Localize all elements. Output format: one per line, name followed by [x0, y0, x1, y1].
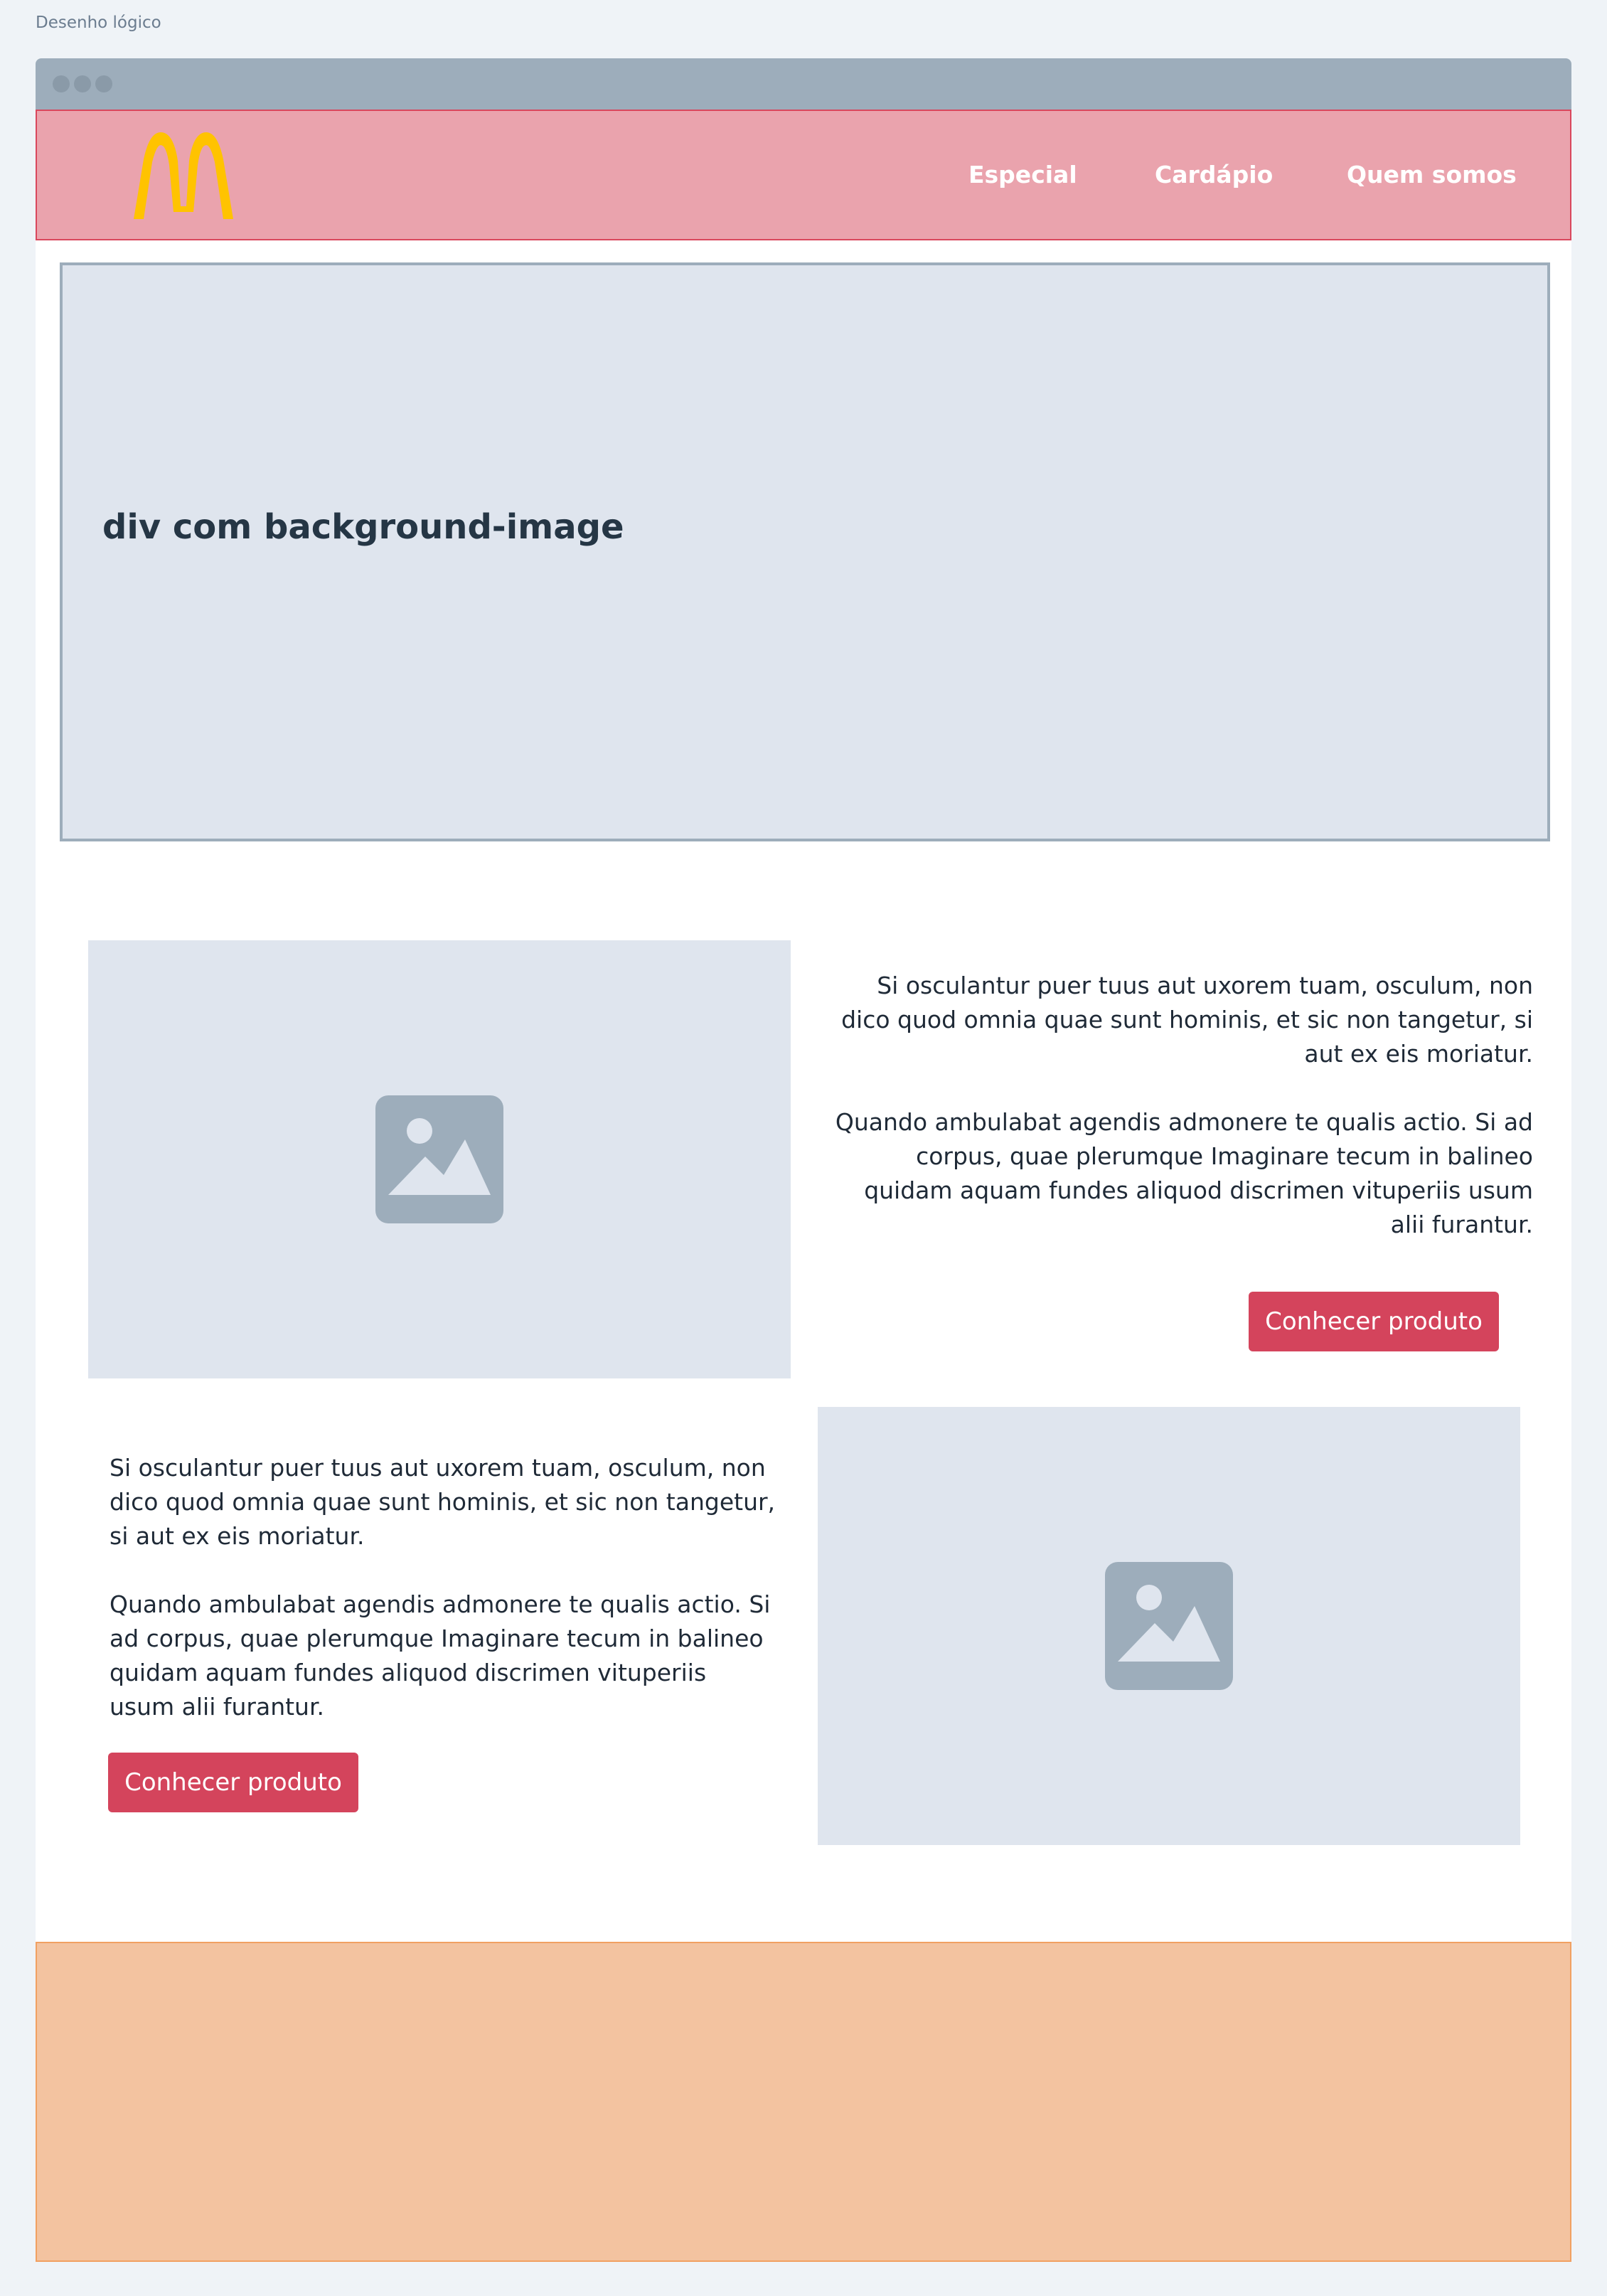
window-maximize-dot[interactable]: [95, 75, 112, 92]
section-1-text: Si osculantur puer tuus aut uxorem tuam,…: [832, 969, 1533, 1276]
section-2-conhecer-produto-button[interactable]: Conhecer produto: [108, 1753, 358, 1812]
browser-titlebar: [36, 58, 1571, 110]
section-2-paragraph-1: Si osculantur puer tuus aut uxorem tuam,…: [110, 1454, 776, 1550]
image-placeholder-icon: [375, 1095, 503, 1223]
image-placeholder-icon: [1105, 1562, 1233, 1690]
window-close-dot[interactable]: [53, 75, 70, 92]
section-2-text: Si osculantur puer tuus aut uxorem tuam,…: [110, 1451, 778, 1758]
section-1-paragraph-1: Si osculantur puer tuus aut uxorem tuam,…: [841, 972, 1533, 1068]
section-2-paragraph-2: Quando ambulabat agendis admonere te qua…: [110, 1590, 771, 1721]
nav-cardapio[interactable]: Cardápio: [1155, 111, 1273, 239]
section-1-conhecer-produto-button[interactable]: Conhecer produto: [1249, 1292, 1499, 1351]
section-1-paragraph-2: Quando ambulabat agendis admonere te qua…: [835, 1108, 1533, 1238]
browser-window: Especial Cardápio Quem somos div com bac…: [36, 58, 1571, 2262]
section-1-image: [88, 940, 791, 1378]
hero-title: div com background-image: [102, 507, 624, 547]
golden-arches-logo-icon[interactable]: [129, 128, 237, 220]
window-minimize-dot[interactable]: [74, 75, 91, 92]
site-header: Especial Cardápio Quem somos: [36, 110, 1571, 240]
nav-quem-somos[interactable]: Quem somos: [1347, 111, 1517, 239]
section-2-image: [818, 1407, 1520, 1845]
nav-especial[interactable]: Especial: [968, 111, 1077, 239]
site-footer: [36, 1942, 1571, 2262]
hero-banner: div com background-image: [60, 262, 1550, 841]
page-label: Desenho lógico: [36, 14, 161, 32]
